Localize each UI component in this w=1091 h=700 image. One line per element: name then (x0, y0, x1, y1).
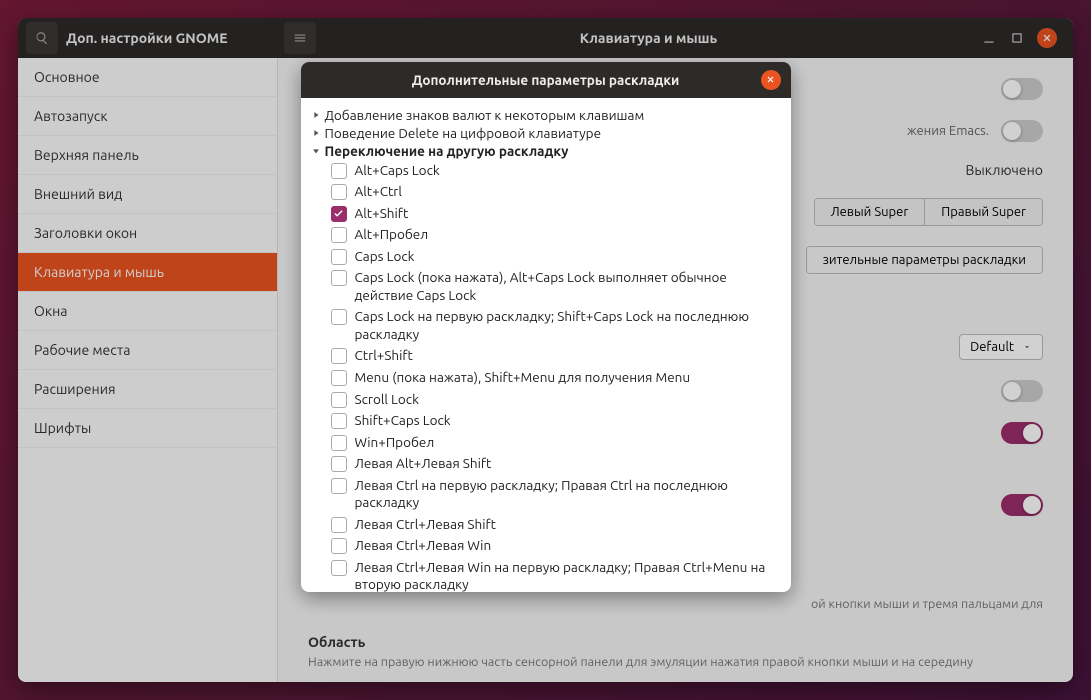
checkbox[interactable] (331, 348, 347, 364)
option-label: Caps Lock (355, 248, 415, 266)
layout-option[interactable]: Левая Ctrl на первую раскладку; Правая C… (311, 475, 781, 514)
layout-option[interactable]: Caps Lock (311, 246, 781, 268)
layout-option[interactable]: Scroll Lock (311, 389, 781, 411)
checkbox[interactable] (331, 309, 347, 325)
checkbox[interactable] (331, 538, 347, 554)
layout-option[interactable]: Win+Пробел (311, 432, 781, 454)
checkbox[interactable] (331, 184, 347, 200)
option-label: Scroll Lock (355, 391, 419, 409)
layout-option[interactable]: Левая Ctrl+Левая Win на первую раскладку… (311, 557, 781, 592)
dialog-close-button[interactable] (761, 70, 781, 90)
checkbox[interactable] (331, 478, 347, 494)
close-icon (766, 75, 775, 84)
option-label: Левая Ctrl+Левая Win на первую раскладку… (355, 559, 781, 592)
layout-option[interactable]: Alt+Shift (311, 203, 781, 225)
checkbox[interactable] (331, 227, 347, 243)
option-label: Левая Ctrl+Левая Shift (355, 516, 496, 534)
option-label: Shift+Caps Lock (355, 412, 451, 430)
option-label: Alt+Caps Lock (355, 162, 440, 180)
tree-group[interactable]: Переключение на другую раскладку (311, 142, 781, 160)
dialog-body[interactable]: Добавление знаков валют к некоторым клав… (301, 98, 791, 592)
checkbox[interactable] (331, 560, 347, 576)
option-label: Menu (пока нажата), Shift+Menu для получ… (355, 369, 691, 387)
triangle-icon (311, 110, 321, 120)
layout-option[interactable]: Alt+Caps Lock (311, 160, 781, 182)
tree-group[interactable]: Поведение Delete на цифровой клавиатуре (311, 124, 781, 142)
triangle-icon (311, 146, 321, 156)
option-label: Левая Alt+Левая Shift (355, 455, 492, 473)
option-label: Alt+Shift (355, 205, 409, 223)
layout-option[interactable]: Ctrl+Shift (311, 345, 781, 367)
dialog-title: Дополнительные параметры раскладки (331, 72, 761, 88)
dialog-overlay: Дополнительные параметры раскладки Добав… (0, 0, 1091, 700)
option-label: Alt+Пробел (355, 226, 429, 244)
layout-option[interactable]: Левая Alt+Левая Shift (311, 453, 781, 475)
layout-option[interactable]: Левая Ctrl+Левая Win (311, 535, 781, 557)
option-label: Caps Lock (пока нажата), Alt+Caps Lock в… (355, 269, 781, 304)
checkbox[interactable] (331, 392, 347, 408)
checkbox[interactable] (331, 206, 347, 222)
layout-option[interactable]: Alt+Ctrl (311, 181, 781, 203)
option-label: Левая Ctrl+Левая Win (355, 537, 492, 555)
checkbox[interactable] (331, 456, 347, 472)
layout-option[interactable]: Shift+Caps Lock (311, 410, 781, 432)
triangle-icon (311, 128, 321, 138)
layout-option[interactable]: Caps Lock (пока нажата), Alt+Caps Lock в… (311, 267, 781, 306)
layout-options-dialog: Дополнительные параметры раскладки Добав… (301, 62, 791, 592)
option-label: Alt+Ctrl (355, 183, 402, 201)
layout-option[interactable]: Alt+Пробел (311, 224, 781, 246)
checkbox[interactable] (331, 517, 347, 533)
option-label: Левая Ctrl на первую раскладку; Правая C… (355, 477, 781, 512)
checkbox[interactable] (331, 163, 347, 179)
layout-option[interactable]: Caps Lock на первую раскладку; Shift+Cap… (311, 306, 781, 345)
layout-option[interactable]: Menu (пока нажата), Shift+Menu для получ… (311, 367, 781, 389)
checkbox[interactable] (331, 435, 347, 451)
option-label: Ctrl+Shift (355, 347, 413, 365)
checkbox[interactable] (331, 413, 347, 429)
checkbox[interactable] (331, 370, 347, 386)
checkbox[interactable] (331, 270, 347, 286)
dialog-header: Дополнительные параметры раскладки (301, 62, 791, 98)
tree-group[interactable]: Добавление знаков валют к некоторым клав… (311, 106, 781, 124)
checkbox[interactable] (331, 249, 347, 265)
option-label: Caps Lock на первую раскладку; Shift+Cap… (355, 308, 781, 343)
option-label: Win+Пробел (355, 434, 435, 452)
layout-option[interactable]: Левая Ctrl+Левая Shift (311, 514, 781, 536)
